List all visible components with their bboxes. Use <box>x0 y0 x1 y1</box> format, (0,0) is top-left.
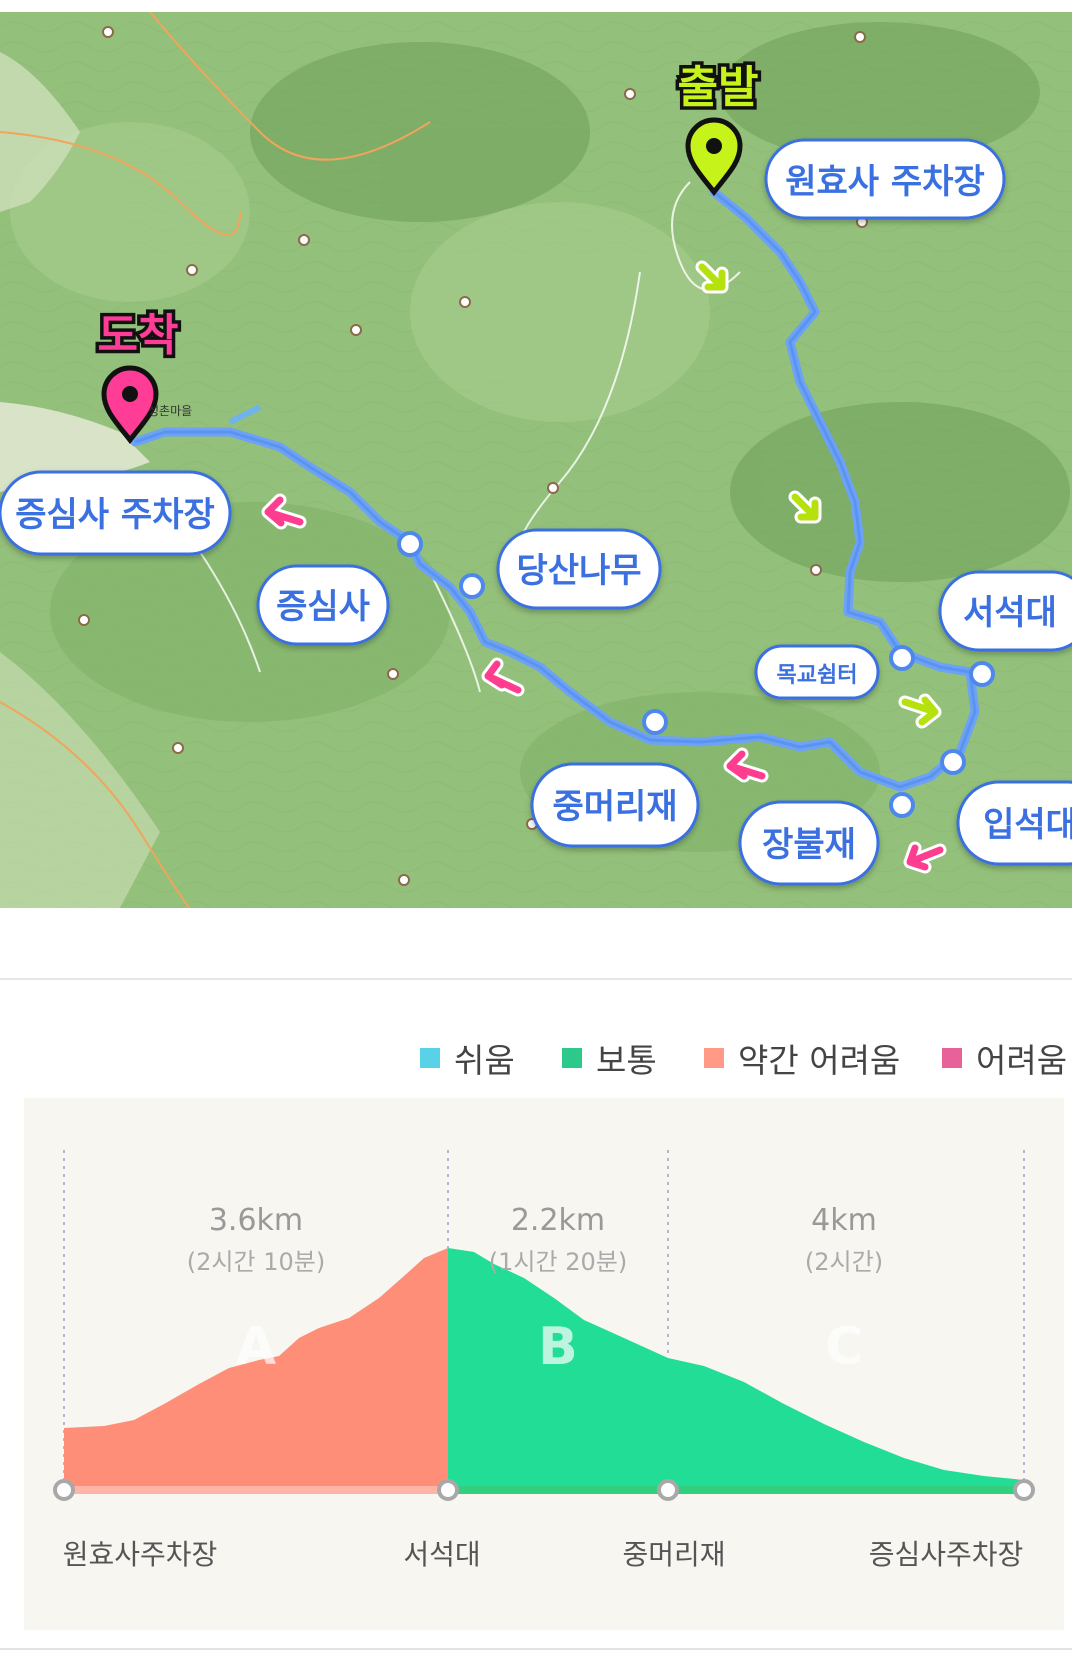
legend-swatch <box>704 1048 724 1068</box>
section-a-time: (2시간 10분) <box>187 1248 325 1276</box>
legend-label: 약간 어려움 <box>738 1041 901 1080</box>
svg-text:장불재: 장불재 <box>762 825 856 865</box>
section-a-distance: 3.6km <box>209 1203 303 1238</box>
section-c-letter: C <box>825 1317 863 1377</box>
callout-mokgyo-shelter[interactable]: 목교쉼터 <box>754 644 880 700</box>
callout-wonhyosa-parking[interactable]: 원효사 주차장 <box>764 138 1006 220</box>
section-a-letter: A <box>236 1317 276 1377</box>
section-divider <box>0 978 1072 980</box>
point-label-jungmeorijae: 중머리재 <box>622 1538 725 1571</box>
callout-dangsannamu[interactable]: 당산나무 <box>496 528 662 610</box>
svg-text:당산나무: 당산나무 <box>516 551 641 591</box>
section-c-distance: 4km <box>811 1203 877 1238</box>
section-bc-area <box>448 1248 1024 1490</box>
bottom-border <box>0 1648 1072 1650</box>
legend-swatch <box>562 1048 582 1068</box>
section-b-time: (1시간 20분) <box>489 1248 627 1276</box>
legend-item-normal: 보통 <box>562 1030 657 1086</box>
svg-text:서석대: 서석대 <box>963 593 1057 633</box>
callout-jangbuljae[interactable]: 장불재 <box>738 800 880 886</box>
legend-label: 보통 <box>596 1041 657 1080</box>
svg-text:원효사 주차장: 원효사 주차장 <box>785 162 985 202</box>
legend-label: 어려움 <box>976 1041 1068 1080</box>
point-label-wonhyosa-parking: 원효사주차장 <box>63 1538 218 1571</box>
callout-jungmeorijae[interactable]: 중머리재 <box>530 762 700 848</box>
section-c-time: (2시간) <box>805 1248 883 1276</box>
end-label: 도착 <box>98 310 179 361</box>
callout-jeungsimsa-parking[interactable]: 증심사 주차장 <box>0 470 232 556</box>
legend-item-hard: 어려움 <box>942 1030 1067 1086</box>
legend-swatch <box>420 1048 440 1068</box>
elevation-profile: A B C 3.6km (2시간 10분) 2.2km (1시간 20분) 4k… <box>24 1098 1064 1630</box>
legend-item-slightly-hard: 약간 어려움 <box>704 1030 900 1086</box>
point-label-jeungsimsa-parking: 증심사주차장 <box>869 1538 1024 1571</box>
legend-label: 쉬움 <box>454 1041 515 1080</box>
legend-swatch <box>942 1048 962 1068</box>
start-label: 출발 <box>678 62 759 113</box>
svg-text:증심사: 증심사 <box>276 587 370 627</box>
section-b-distance: 2.2km <box>511 1203 605 1238</box>
svg-text:입석대: 입석대 <box>983 805 1072 845</box>
section-b-letter: B <box>538 1317 578 1377</box>
trail-map[interactable]: 출발 도착 성촌마을 원효사 주차장 서석대 목교쉼터 입석대 장불재 중머리재… <box>0 12 1072 908</box>
svg-text:증심사 주차장: 증심사 주차장 <box>15 495 215 535</box>
village-name: 성촌마을 <box>148 404 192 418</box>
difficulty-legend: 쉬움 보통 약간 어려움 어려움 <box>0 1030 1072 1086</box>
callout-jeungsimsa[interactable]: 증심사 <box>256 564 390 646</box>
callout-seoseokdae[interactable]: 서석대 <box>938 570 1072 652</box>
svg-text:목교쉼터: 목교쉼터 <box>777 663 858 688</box>
callout-ipseokdae[interactable]: 입석대 <box>956 780 1072 866</box>
legend-item-easy: 쉬움 <box>420 1030 515 1086</box>
point-label-seoseokdae: 서석대 <box>403 1538 480 1571</box>
svg-text:중머리재: 중머리재 <box>552 787 677 827</box>
